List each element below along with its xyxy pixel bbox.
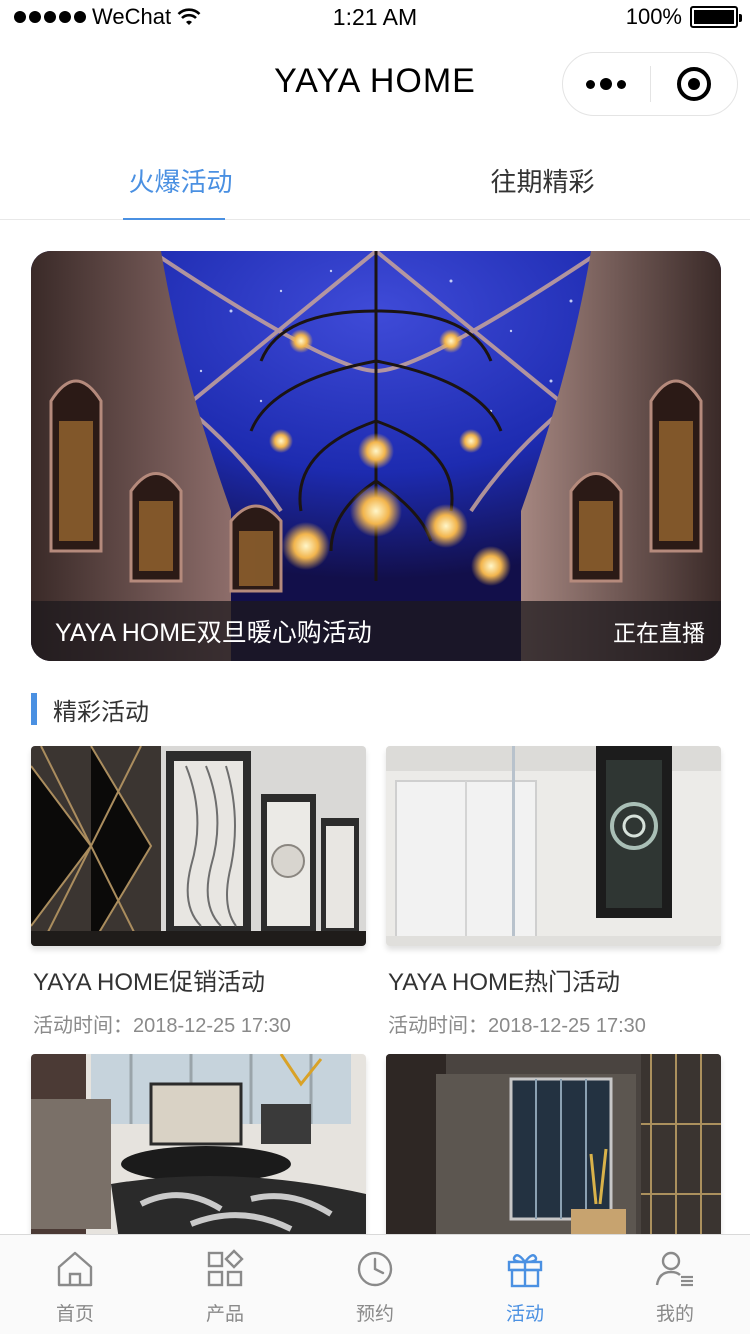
tab-hot-activities[interactable]: 火爆活动 <box>0 128 375 219</box>
tab-label: 首页 <box>55 1304 94 1325</box>
activity-tabs: 火爆活动 往期精彩 <box>0 128 750 220</box>
tab-label: 往期精彩 <box>490 167 595 197</box>
activity-card[interactable]: YAYA HOME促销活动 活动时间：2018-12-25 17:30 <box>31 746 366 1038</box>
live-status-badge: 正在直播 <box>613 620 705 646</box>
card-image <box>386 1054 721 1254</box>
battery-icon <box>690 6 742 28</box>
card-image <box>31 746 366 946</box>
chandelier-image <box>31 251 721 661</box>
record-close-icon[interactable] <box>651 53 738 115</box>
tab-products[interactable]: 产品 <box>150 1235 300 1334</box>
nav-bar: YAYA HOME <box>0 40 750 128</box>
tab-label: 我的 <box>655 1304 694 1325</box>
tab-activities[interactable]: 活动 <box>450 1235 600 1334</box>
status-right: 100% <box>625 4 742 30</box>
card-title: YAYA HOME热门活动 <box>388 969 621 996</box>
home-icon <box>57 1251 93 1287</box>
card-time: 活动时间：2018-12-25 17:30 <box>388 1015 646 1037</box>
tab-label: 产品 <box>205 1304 244 1325</box>
tab-home[interactable]: 首页 <box>0 1235 150 1334</box>
status-bar: WeChat 1:21 AM 100% <box>0 0 750 34</box>
user-icon <box>655 1251 693 1287</box>
more-dots-icon[interactable] <box>563 53 650 115</box>
activity-card[interactable]: YAYA HOME热门活动 活动时间：2018-12-25 17:30 <box>386 746 721 1038</box>
card-time: 活动时间：2018-12-25 17:30 <box>33 1015 291 1037</box>
banner-title: YAYA HOME双旦暖心购活动 <box>55 619 372 647</box>
card-image <box>386 746 721 946</box>
tab-past-highlights[interactable]: 往期精彩 <box>375 128 750 219</box>
battery-percent: 100% <box>625 4 682 29</box>
tab-label: 火爆活动 <box>128 167 233 197</box>
bottom-tab-bar: 首页 产品 预约 活动 我的 <box>0 1234 750 1334</box>
gift-icon <box>507 1254 543 1288</box>
tab-mine[interactable]: 我的 <box>600 1235 750 1334</box>
grid-icon <box>207 1249 244 1287</box>
live-banner[interactable]: YAYA HOME双旦暖心购活动 正在直播 <box>31 251 721 661</box>
card-image <box>31 1054 366 1254</box>
banner-caption: YAYA HOME双旦暖心购活动 正在直播 <box>31 601 721 661</box>
tab-booking[interactable]: 预约 <box>300 1235 450 1334</box>
mini-program-capsule <box>562 52 738 116</box>
section-title: 精彩活动 <box>53 698 149 726</box>
clock-icon <box>357 1251 393 1287</box>
tab-label: 活动 <box>505 1304 544 1325</box>
section-accent-bar <box>31 693 37 725</box>
tab-label: 预约 <box>355 1304 394 1325</box>
section-header: 精彩活动 <box>31 692 149 726</box>
card-title: YAYA HOME促销活动 <box>33 969 266 996</box>
